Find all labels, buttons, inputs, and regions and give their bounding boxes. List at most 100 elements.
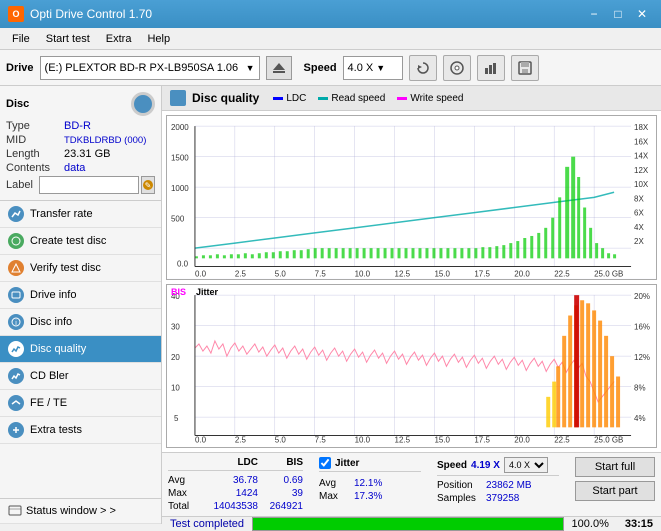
sidebar: Disc Type BD-R MID TDKBLDRBD (000) Lengt… (0, 86, 162, 524)
status-text: Test completed (170, 518, 244, 530)
total-label: Total (168, 501, 203, 512)
bottom-legend: BIS Jitter (171, 287, 218, 297)
chart-icon (483, 60, 499, 76)
minimize-button[interactable]: − (583, 5, 605, 23)
svg-text:22.5: 22.5 (554, 270, 570, 279)
refresh-button[interactable] (409, 55, 437, 81)
svg-text:8X: 8X (634, 194, 644, 203)
progress-label: 100.0% (572, 518, 609, 530)
jitter-stats: Jitter Avg 12.1% Max 17.3% (311, 457, 421, 512)
position-label: Position (437, 480, 482, 491)
start-full-button[interactable]: Start full (575, 457, 655, 477)
svg-text:2X: 2X (634, 237, 644, 246)
nav-disc-info[interactable]: i Disc info (0, 309, 161, 336)
nav-verify-test-disc[interactable]: Verify test disc (0, 255, 161, 282)
ldc-legend-label: LDC (286, 93, 306, 104)
svg-text:20%: 20% (634, 292, 650, 301)
speed-select[interactable]: 4.0 X ▼ (343, 56, 403, 80)
speed-current-val: 4.19 X (471, 460, 500, 471)
status-window-label: Status window > > (26, 505, 116, 517)
start-buttons: Start full Start part (575, 457, 655, 512)
samples-label: Samples (437, 493, 482, 504)
disc-length-row: Length 23.31 GB (6, 148, 155, 160)
nav-create-test-disc[interactable]: Create test disc (0, 228, 161, 255)
transfer-rate-label: Transfer rate (30, 208, 93, 220)
create-test-icon (8, 233, 24, 249)
menu-extra[interactable]: Extra (98, 31, 140, 47)
bottom-chart-svg: 40 30 20 10 5 20% 16% 12% 8% 4% 0.0 2.5 … (167, 285, 656, 448)
avg-ldc: 36.78 (203, 475, 258, 486)
label-edit-button[interactable]: ✎ (141, 176, 155, 194)
svg-text:10.0: 10.0 (355, 270, 371, 279)
svg-text:25.0 GB: 25.0 GB (594, 435, 623, 444)
drive-info-label: Drive info (30, 289, 76, 301)
ldc-bis-header: LDC BIS (168, 457, 303, 471)
eject-button[interactable] (266, 56, 292, 80)
svg-text:6X: 6X (634, 209, 644, 218)
write-speed-legend-color (397, 97, 407, 100)
status-window-nav[interactable]: Status window > > (0, 499, 161, 524)
drive-label: Drive (6, 62, 34, 74)
disc-mid-key: MID (6, 134, 64, 146)
jitter-max-val: 17.3% (354, 491, 409, 502)
close-button[interactable]: ✕ (631, 5, 653, 23)
menu-file[interactable]: File (4, 31, 38, 47)
nav-cd-bler[interactable]: CD Bler (0, 363, 161, 390)
refresh-icon (415, 60, 431, 76)
speed-header-row: Speed 4.19 X 4.0 X 2.0 X 1.0 X (437, 457, 559, 476)
content-area: Disc quality LDC Read speed Write speed (162, 86, 661, 524)
disc-label-row: Label ✎ (6, 176, 155, 194)
disc-quality-icon (8, 341, 24, 357)
svg-text:0.0: 0.0 (177, 259, 189, 268)
charts-area: 2000 1500 1000 500 0.0 18X 16X 14X 12X 1… (162, 111, 661, 452)
speed-select-dropdown[interactable]: 4.0 X 2.0 X 1.0 X (504, 457, 548, 473)
ldc-legend-color (273, 97, 283, 100)
ldc-col-header: LDC (203, 457, 258, 468)
app-title: Opti Drive Control 1.70 (30, 7, 152, 21)
content-title: Disc quality (192, 91, 259, 105)
titlebar-controls[interactable]: − □ ✕ (583, 5, 653, 23)
create-test-label: Create test disc (30, 235, 106, 247)
progress-time: 33:15 (625, 518, 653, 530)
menu-help[interactable]: Help (139, 31, 178, 47)
drive-info-icon (8, 287, 24, 303)
samples-val: 379258 (486, 493, 519, 504)
svg-text:12.5: 12.5 (395, 435, 411, 444)
eject-icon (271, 60, 287, 76)
chart-legend: LDC Read speed Write speed (273, 93, 463, 104)
svg-text:✎: ✎ (145, 181, 152, 190)
max-bis: 39 (258, 488, 303, 499)
cd-bler-label: CD Bler (30, 370, 69, 382)
ldc-bis-stats: LDC BIS Avg 36.78 0.69 Max 1424 39 Tot (168, 457, 303, 512)
menu-start-test[interactable]: Start test (38, 31, 98, 47)
disc-info-label: Disc info (30, 316, 72, 328)
menubar: File Start test Extra Help (0, 28, 661, 50)
label-input[interactable] (39, 176, 139, 194)
drive-dropdown-icon: ▼ (246, 63, 255, 73)
drive-select[interactable]: (E:) PLEXTOR BD-R PX-LB950SA 1.06 ▼ (40, 56, 260, 80)
nav-extra-tests[interactable]: Extra tests (0, 417, 161, 444)
save-button[interactable] (511, 55, 539, 81)
settings-button1[interactable] (443, 55, 471, 81)
start-part-button[interactable]: Start part (575, 481, 655, 501)
disc-type-row: Type BD-R (6, 120, 155, 132)
disc-contents-row: Contents data (6, 162, 155, 174)
content-header-icon (170, 90, 186, 106)
maximize-button[interactable]: □ (607, 5, 629, 23)
svg-text:5.0: 5.0 (275, 435, 287, 444)
nav-disc-quality[interactable]: Disc quality (0, 336, 161, 363)
nav-fe-te[interactable]: FE / TE (0, 390, 161, 417)
jitter-checkbox[interactable] (319, 457, 331, 469)
settings-button2[interactable] (477, 55, 505, 81)
svg-text:15.0: 15.0 (434, 270, 450, 279)
disc-header: Disc (6, 92, 155, 116)
read-speed-legend-label: Read speed (331, 93, 385, 104)
bottom-chart: BIS Jitter 40 30 20 10 5 20% 16% 12% 8% (166, 284, 657, 449)
nav-drive-info[interactable]: Drive info (0, 282, 161, 309)
disc-section-title: Disc (6, 98, 29, 110)
nav-transfer-rate[interactable]: Transfer rate (0, 201, 161, 228)
disc-mid-row: MID TDKBLDRBD (000) (6, 134, 155, 146)
svg-text:22.5: 22.5 (554, 435, 570, 444)
edit-icon: ✎ (142, 179, 154, 191)
svg-text:5.0: 5.0 (275, 270, 287, 279)
